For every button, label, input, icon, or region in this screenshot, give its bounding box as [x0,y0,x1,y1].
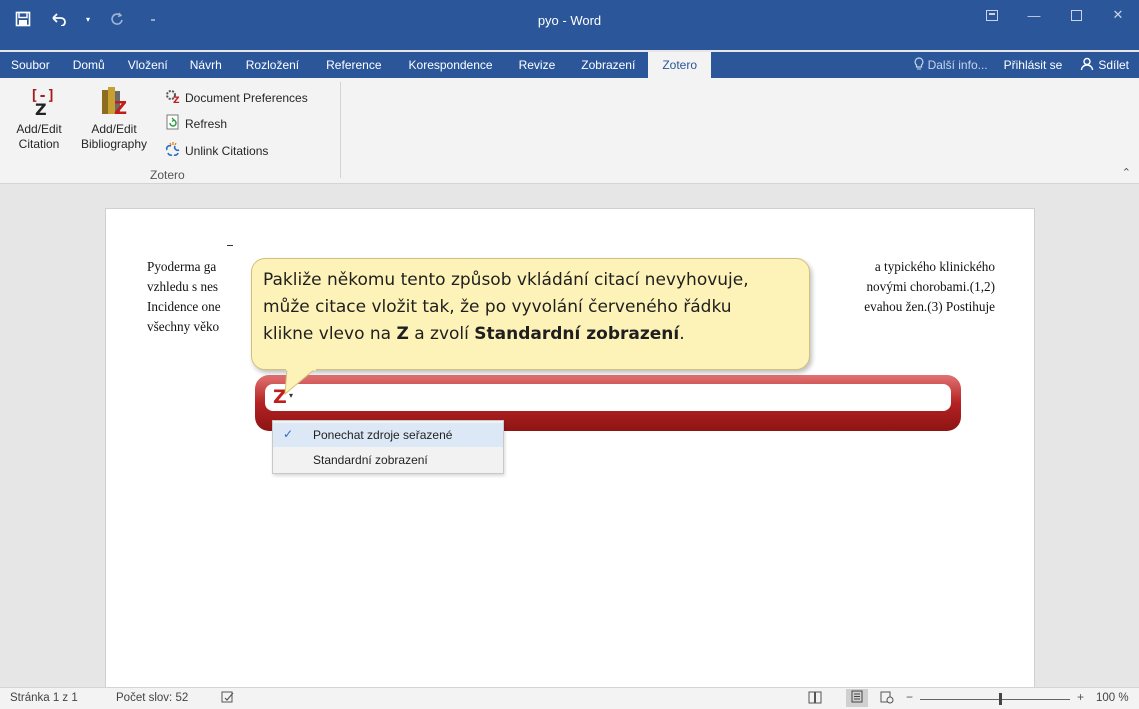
line-3-right: evahou žen.(3) Postihuje [864,299,995,314]
line-1-left: Pyoderma ga [147,259,217,274]
tab-zobrazeni[interactable]: Zobrazení [568,52,648,78]
menu-item-classic-view[interactable]: Standardní zobrazení [273,448,503,472]
sign-in-link[interactable]: Přihlásit se [996,58,1071,72]
callout-tail [284,368,317,396]
zoom-slider-thumb[interactable] [999,693,1002,705]
refresh-label: Refresh [185,116,228,131]
menu-item-keep-sorted[interactable]: ✓ Ponechat zdroje seřazené [273,423,503,447]
web-layout-icon[interactable] [880,691,894,707]
tell-me-label: Další info... [927,58,988,72]
tab-vlozeni[interactable]: Vložení [117,52,179,78]
print-layout-icon[interactable] [846,689,868,707]
citation-icon: [-] Z [24,82,55,122]
document-preferences-label: Document Preferences [185,90,308,105]
unlink-citations-button[interactable]: Unlink Citations [165,141,268,160]
minimize-icon[interactable]: — [1013,0,1055,30]
line-2-left: vzhledu s nes [147,279,219,294]
zotero-search-input[interactable]: Z ▾ [265,384,951,411]
svg-text:Z: Z [35,100,47,118]
share-button[interactable]: Sdílet [1070,57,1139,74]
page-indicator[interactable]: Stránka 1 z 1 [10,692,78,704]
tabs-right-area: Další info... Přihlásit se Sdílet [906,52,1139,78]
refresh-icon [165,114,181,133]
tell-me-box[interactable]: Další info... [906,57,996,73]
tooltip-callout: Pakliže někomu tento způsob vkládání cit… [251,258,810,370]
add-edit-bibliography-label-2: Bibliography [80,137,148,151]
proofing-icon[interactable] [221,691,235,707]
document-preferences-button[interactable]: Z Document Preferences [165,88,308,107]
callout-line-3-c: a zvolí [408,324,475,344]
zoom-in-icon[interactable]: + [1077,690,1084,704]
maximize-icon[interactable] [1055,0,1097,30]
status-bar: Stránka 1 z 1 Počet slov: 52 − + 100 % [0,687,1139,709]
read-mode-icon[interactable] [808,691,822,707]
add-edit-bibliography-label-1: Add/Edit [91,122,137,136]
callout-line-3-d: Standardní zobrazení [474,324,680,344]
word-count[interactable]: Počet slov: 52 [116,692,188,704]
add-edit-citation-label-1: Add/Edit [16,122,62,136]
close-icon[interactable]: ✕ [1097,0,1139,30]
callout-line-2: může citace vložit tak, že po vyvolání č… [263,297,732,317]
ribbon-tabs: Soubor Domů Vložení Návrh Rozložení Refe… [0,52,1139,78]
zoom-level[interactable]: 100 % [1096,692,1129,704]
tab-revize[interactable]: Revize [506,52,569,78]
ribbon: [-] Z Add/Edit Citation Z Add/Edit Biblio… [0,78,1139,184]
callout-line-1: Pakliže někomu tento způsob vkládání cit… [263,270,749,290]
svg-text:Z: Z [114,98,127,118]
callout-line-3-b: Z [396,324,409,344]
share-label: Sdílet [1098,58,1129,72]
title-bar: ▾ ₌ pyo - Word — ✕ [0,0,1139,50]
line-4-left: všechny věko [147,319,220,334]
window-title: pyo - Word [537,13,602,28]
add-edit-citation-label-2: Citation [18,137,60,151]
preferences-icon: Z [165,88,181,107]
line-1-right: a typického klinického [874,259,995,274]
line-2-right: novými chorobami.(1,2) [866,279,995,294]
menu-item-classic-view-label: Standardní zobrazení [313,453,428,467]
lightbulb-icon [914,57,924,73]
add-edit-bibliography-button[interactable]: Z Add/Edit Bibliography [74,82,154,152]
unlink-icon [165,141,181,160]
tab-domu[interactable]: Domů [61,52,117,78]
tab-reference[interactable]: Reference [312,52,395,78]
tab-soubor[interactable]: Soubor [0,52,61,78]
zoom-out-icon[interactable]: − [906,690,913,704]
person-icon [1080,57,1094,74]
cursor-mark [227,245,233,246]
bibliography-icon: Z [98,82,130,122]
collapse-ribbon-icon[interactable]: ⌃ [1122,166,1131,179]
callout-line-3-a: klikne vlevo na [263,324,397,344]
zotero-mode-menu: ✓ Ponechat zdroje seřazené Standardní zo… [272,420,504,474]
zoom-slider[interactable] [920,699,1070,700]
unlink-citations-label: Unlink Citations [185,143,269,158]
tab-rozlozeni[interactable]: Rozložení [233,52,312,78]
window-controls: — ✕ [971,0,1139,30]
callout-line-3-e: . [679,324,685,344]
group-separator [340,82,341,178]
refresh-button[interactable]: Refresh [165,114,227,133]
add-edit-citation-button[interactable]: [-] Z Add/Edit Citation [10,82,68,152]
callout-line-3: klikne vlevo na Z a zvolí Standardní zob… [263,321,803,348]
tab-korespondence[interactable]: Korespondence [396,52,506,78]
tab-zotero[interactable]: Zotero [648,52,711,78]
tab-navrh[interactable]: Návrh [179,52,233,78]
group-label-zotero: Zotero [150,168,185,182]
svg-text:Z: Z [173,96,180,104]
callout-text: Pakliže někomu tento způsob vkládání cit… [263,267,803,348]
ribbon-display-options-icon[interactable] [971,0,1013,30]
line-3-left: Incidence one [147,299,221,314]
menu-item-keep-sorted-label: Ponechat zdroje seřazené [313,428,453,442]
checkmark-icon: ✓ [283,427,294,441]
